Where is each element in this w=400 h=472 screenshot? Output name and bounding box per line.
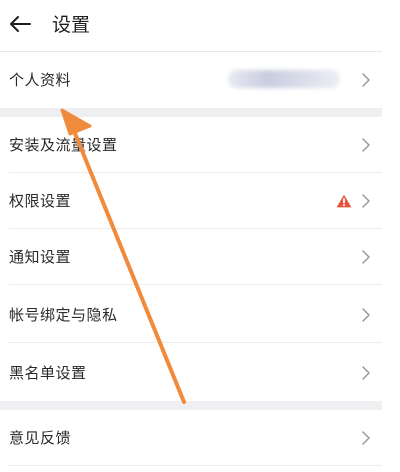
settings-item-label: 黑名单设置	[9, 364, 87, 382]
settings-item-label: 意见反馈	[9, 429, 72, 447]
settings-item-permissions[interactable]: 权限设置	[0, 173, 382, 229]
settings-item-profile[interactable]: 个人资料	[0, 52, 382, 108]
chevron-right-icon	[362, 138, 370, 152]
row-divider	[9, 284, 382, 285]
chevron-right-icon	[362, 250, 370, 264]
row-divider	[9, 342, 382, 343]
settings-screen: 设置 个人资料 安装及流量设置 权限设置 通知设置 帐号绑定与隐私 黑名单设置 …	[0, 0, 400, 472]
chevron-right-icon	[362, 308, 370, 322]
chevron-right-icon	[362, 194, 370, 208]
settings-item-label: 帐号绑定与隐私	[9, 306, 118, 324]
settings-item-label: 安装及流量设置	[9, 136, 118, 154]
section-gap	[0, 108, 382, 117]
chevron-right-icon	[362, 366, 370, 380]
warning-icon	[336, 194, 352, 208]
settings-item-feedback[interactable]: 意见反馈	[0, 410, 382, 466]
page-title: 设置	[52, 14, 91, 36]
back-arrow-icon	[10, 16, 31, 32]
settings-item-install[interactable]: 安装及流量设置	[0, 117, 382, 173]
section-gap	[0, 401, 382, 410]
chevron-right-icon	[362, 431, 370, 445]
settings-item-label: 权限设置	[9, 192, 72, 210]
settings-item-label: 个人资料	[9, 71, 72, 89]
blurred-profile-info	[228, 70, 340, 88]
header: 设置	[0, 0, 400, 50]
settings-item-blacklist[interactable]: 黑名单设置	[0, 345, 382, 401]
settings-item-notifications[interactable]: 通知设置	[0, 229, 382, 285]
settings-item-account-privacy[interactable]: 帐号绑定与隐私	[0, 287, 382, 343]
chevron-right-icon	[362, 73, 370, 87]
back-button[interactable]	[6, 10, 34, 38]
settings-item-label: 通知设置	[9, 248, 72, 266]
row-divider	[9, 465, 382, 466]
